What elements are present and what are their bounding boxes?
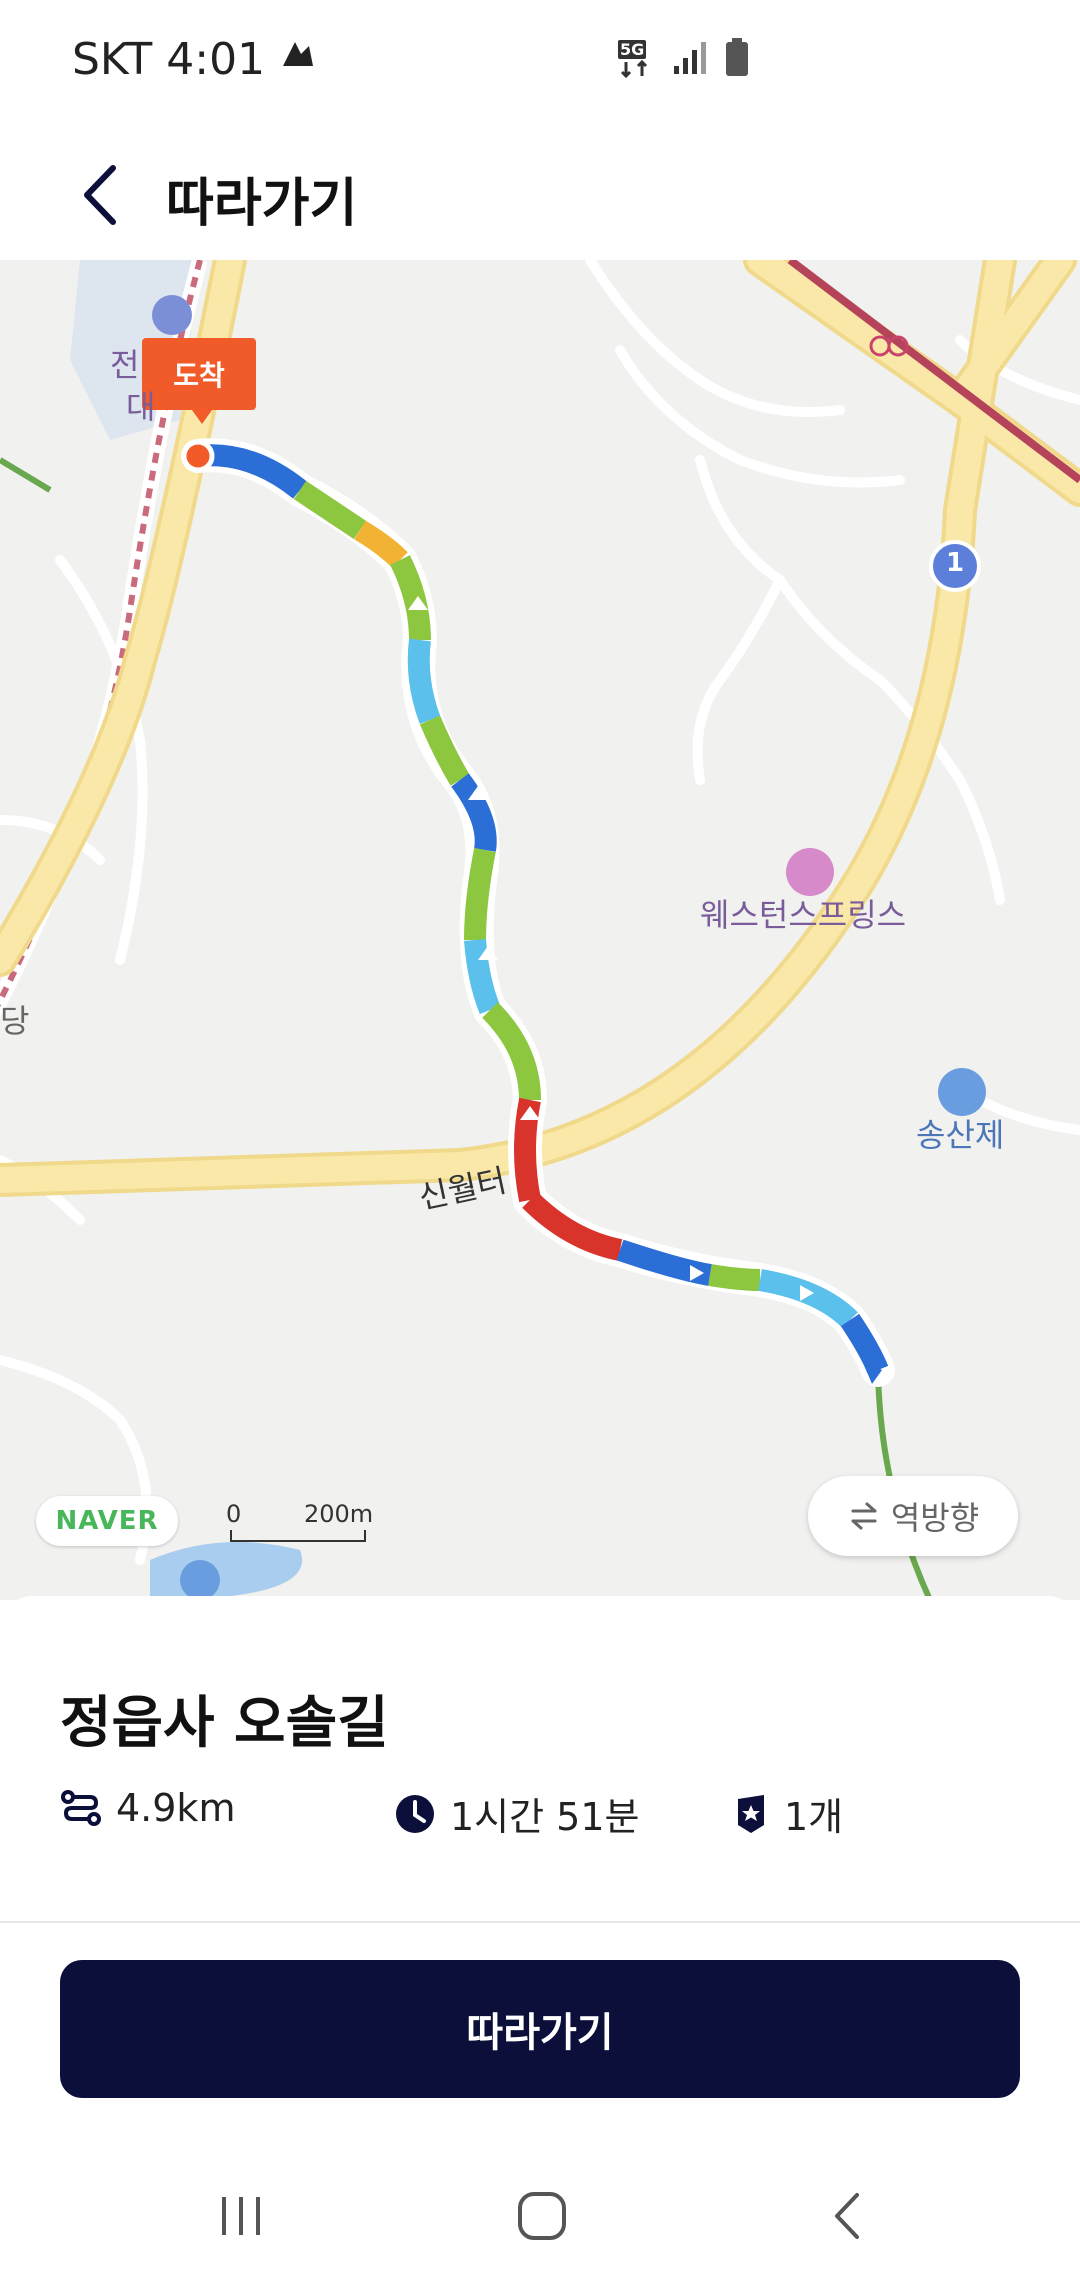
map-canvas: [0, 260, 1080, 1600]
swap-icon: [851, 1502, 877, 1530]
stamp-stat: 1개: [732, 1786, 843, 1841]
duration-stat: 1시간 51분: [394, 1786, 640, 1841]
trail-name: 정읍사 오솔길: [60, 1691, 389, 1756]
navigation-app-icon: [279, 34, 317, 85]
scale-zero-label: 0: [226, 1500, 242, 1528]
arrival-marker[interactable]: 도착: [142, 338, 256, 424]
chevron-left-icon: [84, 165, 116, 225]
network-5g-icon: 5G: [616, 40, 656, 80]
distance-stat: 4.9km: [60, 1786, 235, 1830]
signal-icon: [672, 40, 708, 80]
system-nav-bar: [0, 2156, 1080, 2280]
status-right: 5G: [616, 38, 750, 82]
trail-info-sheet: 정읍사 오솔길 4.9km 1시간 51분 1개 따라가기: [0, 1596, 1080, 2156]
clock-icon: [396, 1794, 434, 1833]
app-header: 따라가기: [0, 125, 1080, 260]
poi-label: 전: [110, 346, 140, 384]
page-title: 따라가기: [166, 174, 358, 234]
recent-apps-icon: [222, 2197, 260, 2235]
status-left: SKT 4:01: [72, 34, 317, 85]
stamp-value: 1개: [784, 1795, 844, 1839]
status-bar: SKT 4:01 5G: [0, 0, 1080, 125]
system-back-button[interactable]: [812, 2186, 882, 2246]
time-label: 4:01: [166, 34, 266, 85]
poi-label-songsanje[interactable]: 송산제: [916, 1110, 1004, 1156]
divider: [0, 1921, 1080, 1923]
trail-stats: 4.9km 1시간 51분 1개: [60, 1786, 1020, 1846]
back-icon: [835, 2193, 859, 2239]
carrier-label: SKT: [72, 34, 153, 85]
route-icon: [61, 1790, 101, 1826]
distance-value: 4.9km: [116, 1786, 236, 1830]
reverse-direction-label: 역방향: [890, 1499, 980, 1537]
poi-label: 당: [0, 1002, 30, 1040]
map-scale: 0 200m: [222, 1500, 382, 1544]
trail-map[interactable]: 도착 전 대 당 웨스턴스프링스 송산제 신월터 1: [0, 260, 1080, 1600]
route-number-label: 1: [946, 548, 965, 578]
home-icon: [518, 2192, 566, 2240]
recent-apps-button[interactable]: [206, 2186, 276, 2246]
poi-label: 대: [126, 388, 156, 426]
home-button[interactable]: [507, 2186, 577, 2246]
naver-logo: NAVER: [36, 1496, 178, 1546]
scale-distance-label: 200m: [304, 1500, 374, 1528]
poi-label-western-springs[interactable]: 웨스턴스프링스: [700, 890, 906, 936]
back-button[interactable]: [60, 155, 140, 235]
battery-icon: [724, 38, 750, 82]
scale-bar: [230, 1530, 366, 1542]
follow-button[interactable]: 따라가기: [60, 1960, 1020, 2098]
stamp-badge-icon: [738, 1794, 764, 1833]
duration-value: 1시간 51분: [450, 1795, 640, 1839]
reverse-direction-button[interactable]: 역방향: [808, 1476, 1018, 1556]
